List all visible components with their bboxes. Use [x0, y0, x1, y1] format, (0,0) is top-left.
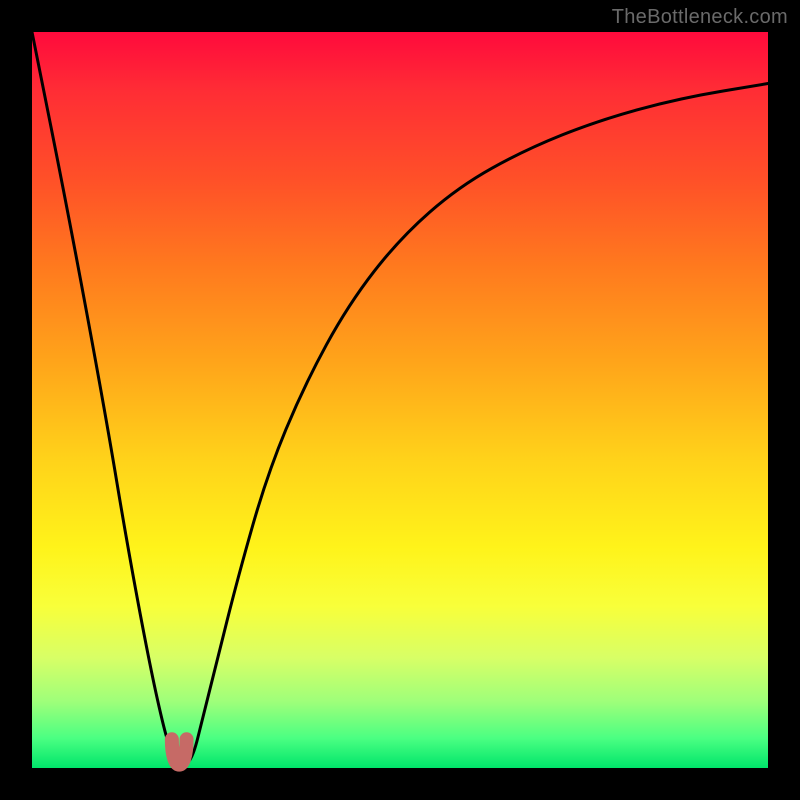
curve-layer	[32, 32, 768, 768]
bottleneck-curve	[32, 32, 768, 765]
watermark-text: TheBottleneck.com	[612, 6, 788, 29]
chart-plot-area	[32, 32, 768, 768]
chart-frame: TheBottleneck.com	[0, 0, 800, 800]
optimal-marker	[172, 739, 187, 764]
